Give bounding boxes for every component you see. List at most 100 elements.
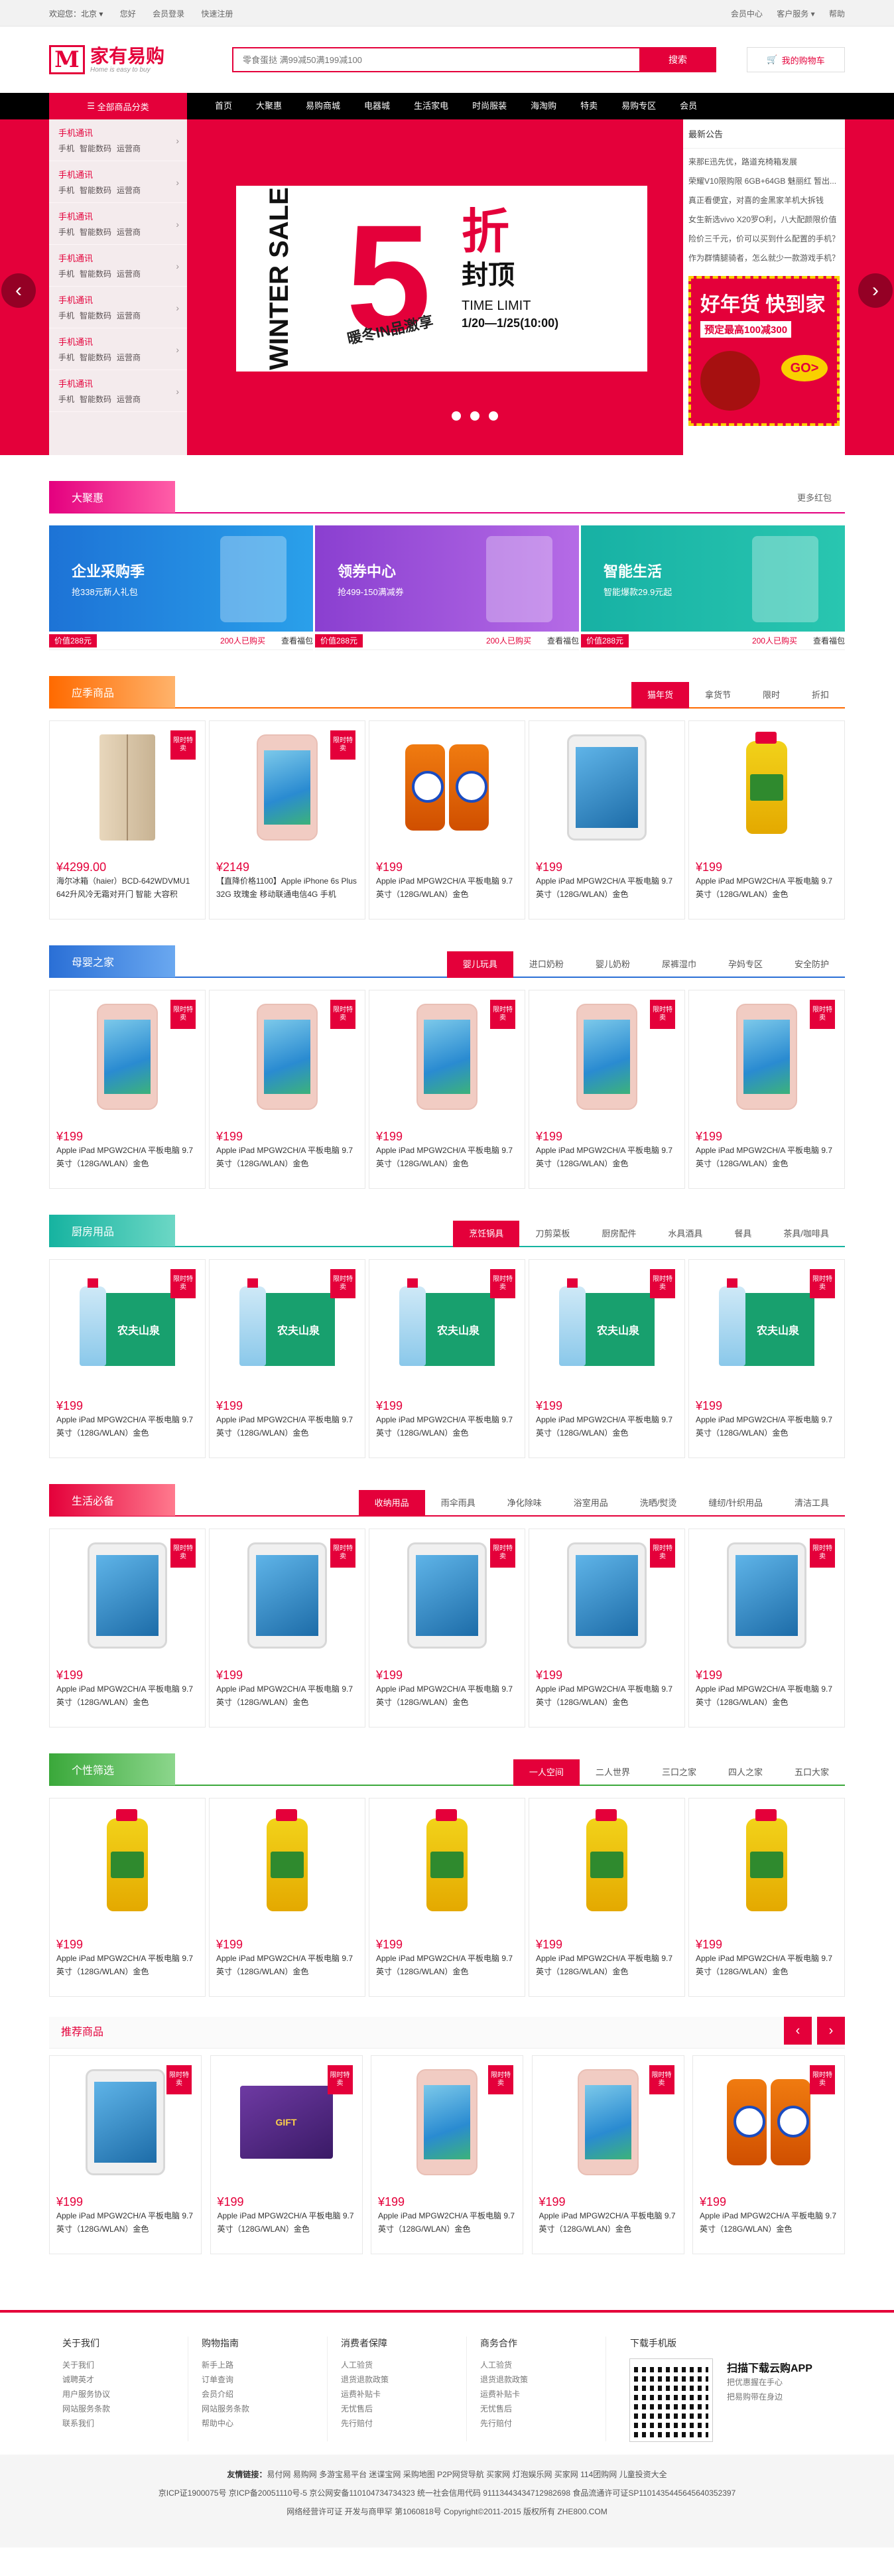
product-card[interactable]: 限时特卖 ¥199 Apple iPad MPGW2CH/A 平板电脑 9.7英寸（… [531,2055,684,2254]
footer-link[interactable]: 无忧售后 [341,2402,466,2416]
category-sub-link[interactable]: 手机 [58,311,74,320]
footer-link[interactable]: 诚聘英才 [62,2372,188,2387]
product-name[interactable]: Apple iPad MPGW2CH/A 平板电脑 9.7英寸（128G/WLA… [696,1413,838,1440]
section-tab[interactable]: 猫年货 [631,682,689,709]
footer-link[interactable]: 退货退款政策 [480,2372,606,2387]
register-link[interactable]: 快速注册 [201,9,233,19]
product-card[interactable]: 农夫山泉 限时特卖 ¥199 Apple iPad MPGW2CH/A 平板电脑 9.… [688,1259,845,1458]
product-card[interactable]: 农夫山泉 限时特卖 ¥199 Apple iPad MPGW2CH/A 平板电脑 9.… [49,1259,206,1458]
search-button[interactable]: 搜索 [639,47,716,72]
product-name[interactable]: Apple iPad MPGW2CH/A 平板电脑 9.7英寸（128G/WLA… [696,1952,838,1978]
product-card[interactable]: GIFT 限时特卖 ¥199 Apple iPad MPGW2CH/A 平板电脑 9.… [210,2055,363,2254]
product-name[interactable]: Apple iPad MPGW2CH/A 平板电脑 9.7英寸（128G/WLA… [378,2209,516,2236]
nav-item[interactable]: 易购商城 [294,93,352,119]
promo-card[interactable]: 领券中心 抢499-150满减券 价值288元 200人已购买 查看福包 [315,525,579,650]
section-tab[interactable]: 刀剪菜板 [519,1221,586,1247]
category-sub-link[interactable]: 手机 [58,353,74,362]
section-tab[interactable]: 婴儿奶粉 [580,951,646,978]
category-item[interactable]: 手机通讯 手机 智能数码 运营商 › [49,119,187,161]
notice-item[interactable]: 险价三千元，价可以买到什么配置的手机？ [688,230,840,249]
category-sub-link[interactable]: 运营商 [117,228,141,237]
product-name[interactable]: 海尔冰箱（haier）BCD-642WDVMU1 642升风冷无霜对开门 智能 … [56,874,198,901]
customer-service-link[interactable]: 客户服务 ▾ [777,9,814,19]
section-tab[interactable]: 清洁工具 [779,1490,845,1517]
product-card[interactable]: ¥199 Apple iPad MPGW2CH/A 平板电脑 9.7英寸（128G… [49,1798,206,1997]
promo-card[interactable]: 企业采购季 抢338元新人礼包 价值288元 200人已购买 查看福包 [49,525,313,650]
category-sub-link[interactable]: 智能数码 [80,395,111,404]
product-name[interactable]: Apple iPad MPGW2CH/A 平板电脑 9.7英寸（128G/WLA… [56,1413,198,1440]
product-card[interactable]: ¥199 Apple iPad MPGW2CH/A 平板电脑 9.7英寸（128G… [529,1798,685,1997]
nav-item[interactable]: 大聚惠 [244,93,294,119]
product-name[interactable]: Apple iPad MPGW2CH/A 平板电脑 9.7英寸（128G/WLA… [696,874,838,901]
product-card[interactable]: 限时特卖 ¥199 Apple iPad MPGW2CH/A 平板电脑 9.7英寸（… [692,2055,845,2254]
category-sub-link[interactable]: 手机 [58,395,74,404]
product-card[interactable]: ¥199 Apple iPad MPGW2CH/A 平板电脑 9.7英寸（128G… [688,720,845,919]
product-name[interactable]: Apple iPad MPGW2CH/A 平板电脑 9.7英寸（128G/WLA… [696,1144,838,1170]
category-sub-link[interactable]: 智能数码 [80,311,111,320]
cart-button[interactable]: 🛒 我的购物车 [747,47,845,72]
product-card[interactable]: ¥199 Apple iPad MPGW2CH/A 平板电脑 9.7英寸（128G… [529,720,685,919]
section-tab[interactable]: 雨伞雨具 [425,1490,491,1517]
footer-link[interactable]: 网站服务条款 [202,2402,327,2416]
banner-dot[interactable] [489,411,498,421]
category-sub-link[interactable]: 手机 [58,186,74,195]
product-name[interactable]: Apple iPad MPGW2CH/A 平板电脑 9.7英寸（128G/WLA… [536,1952,678,1978]
section-tab[interactable]: 浴室用品 [558,1490,624,1517]
product-card[interactable]: ¥199 Apple iPad MPGW2CH/A 平板电脑 9.7英寸（128G… [369,720,525,919]
product-card[interactable]: ¥199 Apple iPad MPGW2CH/A 平板电脑 9.7英寸（128G… [369,1798,525,1997]
view-redpack-link[interactable]: 查看福包 [547,635,579,646]
section-tab[interactable]: 收纳用品 [358,1490,425,1517]
product-card[interactable]: ¥199 Apple iPad MPGW2CH/A 平板电脑 9.7英寸（128G… [209,1798,365,1997]
friend-links[interactable]: 易付网 易购网 多游宝易平台 迷谍宝网 采购地图 P2P网贷导航 买家网 灯泡娱… [267,2470,667,2479]
category-sub-link[interactable]: 运营商 [117,311,141,320]
notice-item[interactable]: 作为群情腿骑者，怎么就少一款游戏手机？ [688,249,840,268]
product-card[interactable]: 限时特卖 ¥4299.00 海尔冰箱（haier）BCD-642WDVMU1 642… [49,720,206,919]
category-sub-link[interactable]: 智能数码 [80,186,111,195]
product-name[interactable]: Apple iPad MPGW2CH/A 平板电脑 9.7英寸（128G/WLA… [536,1682,678,1709]
product-name[interactable]: Apple iPad MPGW2CH/A 平板电脑 9.7英寸（128G/WLA… [536,874,678,901]
product-card[interactable]: ¥199 Apple iPad MPGW2CH/A 平板电脑 9.7英寸（128G… [688,1798,845,1997]
nav-item[interactable]: 会员 [668,93,709,119]
section-tab[interactable]: 四人之家 [712,1759,779,1786]
product-card[interactable]: 限时特卖 ¥199 Apple iPad MPGW2CH/A 平板电脑 9.7英寸（… [688,990,845,1189]
banner-next-button[interactable]: › [858,273,893,308]
category-item[interactable]: 手机通讯 手机 智能数码 运营商 › [49,328,187,370]
product-name[interactable]: Apple iPad MPGW2CH/A 平板电脑 9.7英寸（128G/WLA… [376,1952,518,1978]
section-tab[interactable]: 孕妈专区 [712,951,779,978]
product-name[interactable]: Apple iPad MPGW2CH/A 平板电脑 9.7英寸（128G/WLA… [376,1144,518,1170]
section-tab[interactable]: 茶具/咖啡具 [767,1221,845,1247]
nav-item[interactable]: 特卖 [568,93,609,119]
category-item[interactable]: 手机通讯 手机 智能数码 运营商 › [49,370,187,412]
promo-card[interactable]: 智能生活 智能爆款29.9元起 价值288元 200人已购买 查看福包 [581,525,845,650]
section-tab[interactable]: 餐具 [718,1221,767,1247]
nav-item[interactable]: 时尚服装 [460,93,519,119]
section-tab[interactable]: 烹饪锅具 [453,1221,520,1247]
city-selector[interactable]: 欢迎您：北京 ▾ [49,9,103,19]
product-name[interactable]: Apple iPad MPGW2CH/A 平板电脑 9.7英寸（128G/WLA… [536,1413,678,1440]
footer-link[interactable]: 先行赔付 [480,2416,606,2431]
product-card[interactable]: 限时特卖 ¥199 Apple iPad MPGW2CH/A 平板电脑 9.7英寸（… [529,1528,685,1728]
banner-dot[interactable] [452,411,461,421]
category-sub-link[interactable]: 运营商 [117,269,141,279]
product-card[interactable]: 限时特卖 ¥199 Apple iPad MPGW2CH/A 平板电脑 9.7英寸（… [209,1528,365,1728]
ad-go-button[interactable]: GO> [781,355,828,381]
banner-slide[interactable]: WINTER SALE 5 暖冬IN品激享 折 封顶 TIME LIMIT 1/2… [236,186,647,372]
nav-item[interactable]: 生活家电 [402,93,460,119]
footer-link[interactable]: 会员介绍 [202,2387,327,2402]
section-tab[interactable]: 尿裤湿巾 [646,951,712,978]
footer-link[interactable]: 用户服务协议 [62,2387,188,2402]
footer-link[interactable]: 联系我们 [62,2416,188,2431]
section-tab[interactable]: 安全防护 [779,951,845,978]
section-tab[interactable]: 五口大家 [779,1759,845,1786]
product-name[interactable]: Apple iPad MPGW2CH/A 平板电脑 9.7英寸（128G/WLA… [56,1144,198,1170]
product-card[interactable]: 限时特卖 ¥199 Apple iPad MPGW2CH/A 平板电脑 9.7英寸（… [369,1528,525,1728]
product-name[interactable]: Apple iPad MPGW2CH/A 平板电脑 9.7英寸（128G/WLA… [216,1413,358,1440]
section-tab[interactable]: 折扣 [796,682,845,709]
product-name[interactable]: Apple iPad MPGW2CH/A 平板电脑 9.7英寸（128G/WLA… [216,1952,358,1978]
category-item[interactable]: 手机通讯 手机 智能数码 运营商 › [49,203,187,245]
product-card[interactable]: 限时特卖 ¥199 Apple iPad MPGW2CH/A 平板电脑 9.7英寸（… [49,990,206,1189]
promo-ad[interactable]: 好年货 快到家 预定最高100减300 GO> [688,276,840,426]
footer-link[interactable]: 网站服务条款 [62,2402,188,2416]
product-name[interactable]: Apple iPad MPGW2CH/A 平板电脑 9.7英寸（128G/WLA… [376,874,518,901]
product-name[interactable]: Apple iPad MPGW2CH/A 平板电脑 9.7英寸（128G/WLA… [56,1952,198,1978]
